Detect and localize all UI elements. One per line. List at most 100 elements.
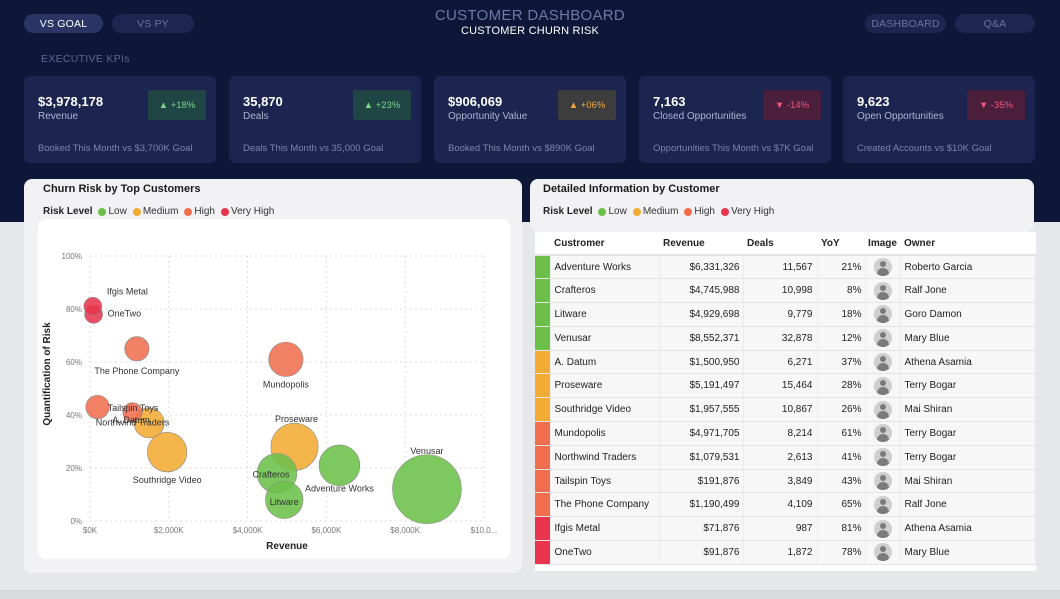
risk-swatch (535, 397, 551, 423)
cell-owner: Terry Bogar (900, 421, 1036, 446)
bubble-label: Tailspin Toys (108, 403, 159, 413)
cell-owner: Goro Damon (900, 302, 1036, 327)
column-header-image[interactable]: Image (865, 232, 900, 256)
risk-legend: Risk Level Low Medium High Very High (43, 206, 280, 217)
cell-owner: Mai Shiran (900, 397, 1036, 423)
cell-yoy: 41% (817, 445, 866, 470)
y-axis-label: Quantification of Risk (42, 322, 53, 426)
legend-item-high[interactable]: High (684, 206, 715, 217)
avatar-icon (873, 400, 892, 419)
legend-label: Low (108, 206, 127, 217)
legend-item-medium[interactable]: Medium (132, 206, 178, 217)
table-row[interactable]: Venusar $8,552,371 32,878 12% Mary Blue (535, 326, 1036, 351)
table-row[interactable]: OneTwo $91,876 1,872 78% Mary Blue (535, 540, 1036, 565)
risk-swatch (535, 255, 551, 280)
cell-customer: Northwind Traders (550, 445, 660, 470)
column-header-owner[interactable]: Owner (900, 232, 1036, 256)
cell-customer: Crafteros (550, 278, 660, 304)
table-row[interactable]: The Phone Company $1,190,499 4,109 65% Ralf … (535, 492, 1036, 518)
cell-customer: Venusar (550, 326, 660, 351)
cell-revenue: $6,331,326 (659, 255, 744, 280)
kpi-card-closed-opportunities[interactable]: 7,163 Closed Opportunities ▼ -14% Opport… (639, 76, 831, 163)
cell-revenue: $191,876 (659, 469, 744, 494)
customer-table-container: Custromer Revenue Deals YoY Image Owner … (535, 232, 1036, 571)
x-tick-label: $10,0... (471, 526, 498, 535)
cell-owner: Terry Bogar (900, 445, 1036, 470)
table-row[interactable]: Tailspin Toys $191,876 3,849 43% Mai Shiran (535, 469, 1036, 494)
table-row[interactable]: Crafteros $4,745,988 10,998 8% Ralf Jone (535, 278, 1036, 304)
legend-title: Risk Level (43, 206, 93, 217)
column-header-revenue[interactable]: Revenue (659, 232, 743, 256)
cell-deals: 1,872 (743, 540, 818, 565)
risk-swatch (535, 492, 551, 518)
legend-item-very-high[interactable]: Very High (721, 206, 774, 217)
cell-revenue: $4,745,988 (659, 278, 744, 304)
cell-customer: Tailspin Toys (550, 469, 660, 494)
column-header-customer[interactable]: Custromer (550, 232, 659, 256)
kpi-card-deals[interactable]: 35,870 Deals ▲ +23% Deals This Month vs … (229, 76, 421, 163)
vs-goal-button[interactable]: VS GOAL (24, 14, 103, 33)
legend-dot (684, 207, 693, 216)
table-row[interactable]: Ifgis Metal $71,876 987 81% Athena Asamia (535, 516, 1036, 542)
cell-customer: Ifgis Metal (550, 516, 660, 542)
legend-item-medium[interactable]: Medium (632, 206, 678, 217)
panel-title: Churn Risk by Top Customers (43, 183, 201, 195)
cell-deals: 10,867 (743, 397, 818, 423)
column-header-yoy[interactable]: YoY (817, 232, 865, 256)
table-row[interactable]: Proseware $5,191,497 15,464 28% Terry Bogar (535, 373, 1036, 399)
table-row[interactable]: Adventure Works $6,331,326 11,567 21% Robert… (535, 255, 1036, 280)
avatar-icon (873, 305, 892, 324)
kpi-value: 7,163 (653, 94, 686, 109)
cell-yoy: 61% (817, 421, 866, 446)
cell-revenue: $1,500,950 (659, 350, 744, 375)
kpi-trend-badge: ▲ +18% (148, 90, 206, 120)
table-row[interactable]: A. Datum $1,500,950 6,271 37% Athena Asamia (535, 350, 1036, 375)
bubble-southridge-video (147, 431, 188, 473)
panel-title: Detailed Information by Customer (543, 183, 720, 195)
cell-customer: Litware (550, 302, 660, 327)
kpi-card-opportunity-value[interactable]: $906,069 Opportunity Value ▲ +06% Booked… (434, 76, 626, 163)
risk-swatch (535, 350, 551, 375)
kpi-card-open-opportunities[interactable]: 9,623 Open Opportunities ▼ -35% Created … (843, 76, 1035, 163)
legend-dot (98, 207, 107, 216)
kpi-trend-badge: ▼ -35% (967, 90, 1025, 120)
avatar-icon (873, 376, 892, 395)
bubble-ifgis-metal (83, 297, 103, 316)
cell-yoy: 81% (817, 516, 866, 542)
dashboard-button[interactable]: DASHBOARD (865, 14, 946, 33)
table-row[interactable]: Litware $4,929,698 9,779 18% Goro Damon (535, 302, 1036, 327)
cell-deals: 8,214 (743, 421, 818, 446)
cell-image (865, 397, 901, 423)
cell-customer: Proseware (550, 373, 660, 399)
cell-owner: Ralf Jone (900, 278, 1036, 304)
legend-item-very-high[interactable]: Very High (221, 206, 274, 217)
cell-image (865, 326, 901, 351)
y-tick-label: 100% (62, 252, 82, 261)
legend-item-low[interactable]: Low (598, 206, 627, 217)
kpi-card-revenue[interactable]: $3,978,178 Revenue ▲ +18% Booked This Mo… (24, 76, 216, 163)
cell-deals: 987 (743, 516, 818, 542)
table-row[interactable]: Mundopolis $4,971,705 8,214 61% Terry Bogar (535, 421, 1036, 446)
legend-dot (721, 207, 729, 216)
kpi-label: Opportunity Value (448, 111, 528, 122)
table-row[interactable]: Northwind Traders $1,079,531 2,613 41% Terry… (535, 445, 1036, 470)
cell-image (865, 302, 901, 327)
bubble-venusar (392, 454, 462, 524)
vs-py-button[interactable]: VS PY (112, 14, 194, 33)
cell-revenue: $91,876 (659, 540, 744, 565)
legend-item-low[interactable]: Low (98, 206, 127, 217)
cell-image (865, 421, 901, 446)
cell-yoy: 21% (817, 255, 866, 280)
risk-swatch (535, 540, 551, 565)
page-title: CUSTOMER DASHBOARD (434, 7, 626, 24)
legend-label: Very High (731, 206, 775, 217)
cell-deals: 9,779 (743, 302, 818, 327)
legend-item-high[interactable]: High (184, 206, 215, 217)
legend-dot (632, 207, 641, 216)
legend-dot (598, 207, 607, 216)
cell-yoy: 28% (817, 373, 866, 399)
table-row[interactable]: Southridge Video $1,957,555 10,867 26% Mai S… (535, 397, 1036, 423)
cell-image (865, 469, 901, 494)
qa-button[interactable]: Q&A (955, 14, 1035, 33)
column-header-deals[interactable]: Deals (743, 232, 817, 256)
